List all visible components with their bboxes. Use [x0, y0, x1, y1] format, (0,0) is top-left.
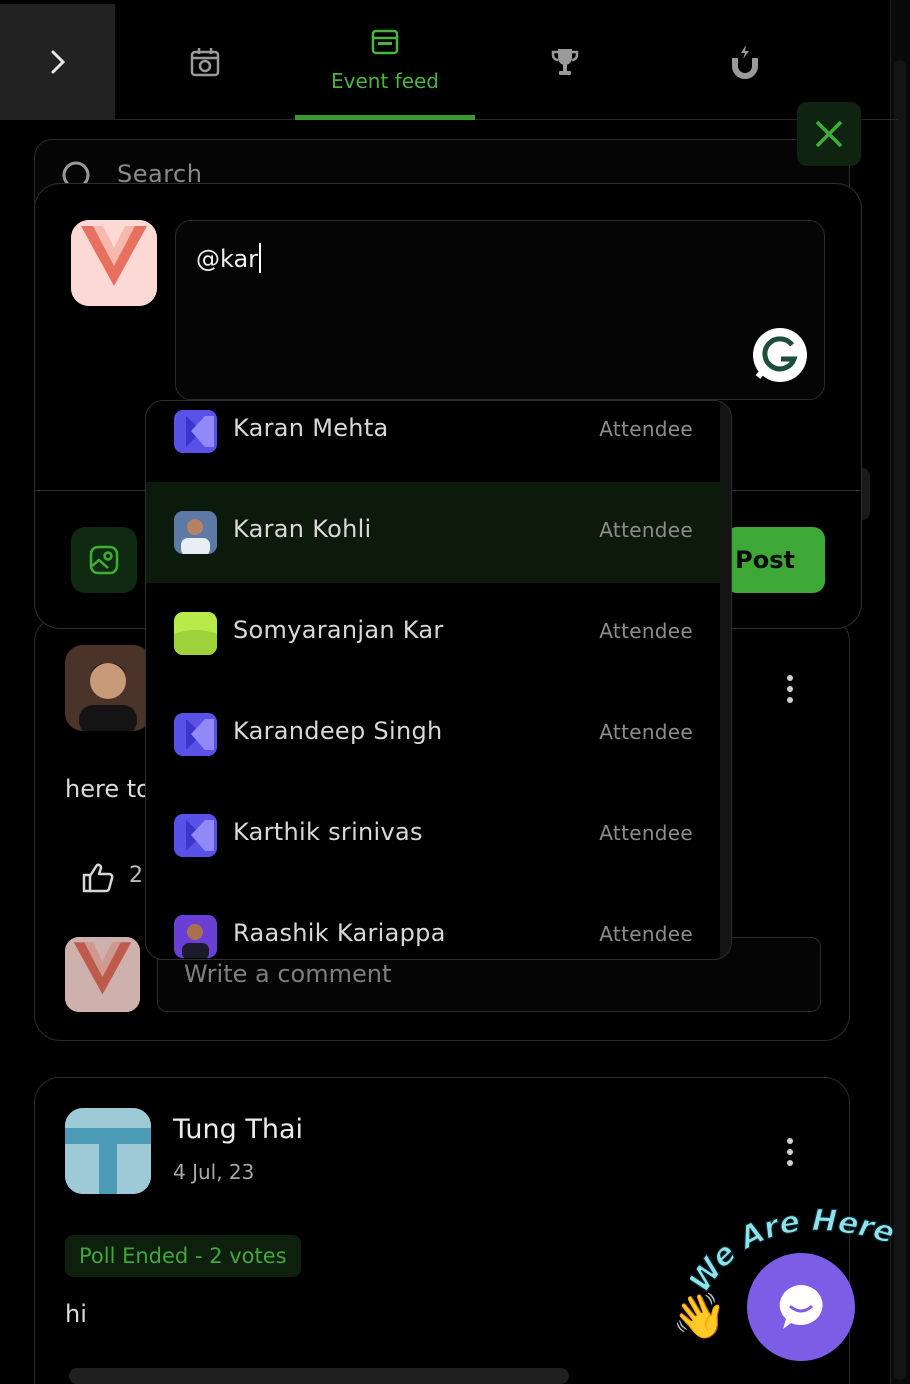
event-feed-page: Event feed Search here to 2 Write a comm…	[0, 0, 910, 1384]
camera-calendar-icon	[190, 48, 220, 77]
brand-logo	[71, 220, 157, 306]
mention-role: Attendee	[599, 720, 693, 744]
comment-placeholder: Write a comment	[184, 960, 392, 988]
mention-role: Attendee	[599, 922, 693, 946]
close-button[interactable]	[797, 102, 861, 166]
k-logo-icon	[174, 713, 217, 756]
post-menu-button[interactable]	[785, 1138, 795, 1172]
k-logo-icon	[174, 814, 217, 857]
thumbs-up-icon	[82, 863, 114, 893]
k-logo-icon	[174, 410, 217, 453]
chevron-right-icon	[51, 50, 65, 74]
mention-scrollbar[interactable]	[720, 401, 731, 959]
mention-role: Attendee	[599, 417, 693, 441]
lime-logo-icon	[174, 612, 217, 655]
top-nav: Event feed	[0, 4, 898, 120]
author-avatar[interactable]	[65, 645, 151, 731]
mention-name: Somyaranjan Kar	[233, 616, 444, 644]
avatar	[174, 511, 217, 554]
mention-name: Raashik Kariappa	[233, 919, 446, 947]
tab-event-feed[interactable]: Event feed	[295, 4, 475, 120]
author-name[interactable]: Tung Thai	[173, 1114, 303, 1145]
mention-name: Karthik srinivas	[233, 818, 423, 846]
tab-leaderboard[interactable]	[475, 4, 655, 120]
page-scrollbar[interactable]	[890, 0, 910, 1384]
mention-role: Attendee	[599, 619, 693, 643]
mention-item[interactable]: Karan Mehta Attendee	[146, 401, 721, 482]
post-button[interactable]: Post	[725, 527, 825, 593]
tab-event-feed-label: Event feed	[331, 68, 439, 93]
mention-suggestions: Karan Mehta Attendee Karan Kohli Attende…	[145, 400, 732, 960]
author-logo	[65, 1108, 151, 1194]
waving-hand-icon: 👋	[672, 1291, 727, 1342]
brand-logo	[65, 937, 140, 1012]
trophy-icon	[551, 49, 579, 75]
mention-item[interactable]: Somyaranjan Kar Attendee	[146, 583, 721, 684]
post-textarea[interactable]: @kar	[175, 220, 825, 400]
mention-item[interactable]: Raashik Kariappa Attendee	[146, 886, 721, 959]
add-media-button[interactable]	[71, 527, 137, 593]
grammarly-icon[interactable]	[752, 327, 808, 383]
tab-schedule[interactable]	[115, 4, 295, 120]
typed-text: @kar	[196, 245, 259, 273]
magnet-icon	[732, 45, 758, 79]
avatar	[174, 915, 217, 958]
poll-status-badge: Poll Ended - 2 votes	[65, 1235, 301, 1277]
mention-name: Karandeep Singh	[233, 717, 443, 745]
collapse-button[interactable]	[0, 4, 115, 120]
mention-item[interactable]: Karan Kohli Attendee	[146, 482, 721, 583]
user-avatar	[71, 220, 157, 306]
post-text: here to	[65, 775, 151, 803]
commenter-avatar	[65, 937, 140, 1012]
mention-item[interactable]: Karandeep Singh Attendee	[146, 684, 721, 785]
scrollbar-thumb[interactable]	[894, 60, 906, 1380]
mention-item[interactable]: Karthik srinivas Attendee	[146, 785, 721, 886]
chat-bubble-icon	[779, 1285, 823, 1329]
like-button[interactable]	[81, 862, 115, 898]
mention-name: Karan Kohli	[233, 515, 372, 543]
mention-role: Attendee	[599, 821, 693, 845]
post-textarea-value: @kar	[196, 243, 262, 273]
like-count: 2	[129, 863, 143, 888]
author-photo	[65, 645, 151, 731]
post-date: 4 Jul, 23	[173, 1160, 255, 1184]
image-icon	[89, 545, 119, 575]
post-menu-button[interactable]	[785, 675, 795, 709]
chat-widget-button[interactable]	[747, 1253, 855, 1361]
mention-name: Karan Mehta	[233, 414, 389, 442]
mention-role: Attendee	[599, 518, 693, 542]
feed-browser-icon	[371, 29, 399, 54]
poll-option-bar[interactable]	[69, 1368, 569, 1384]
close-icon	[815, 120, 843, 148]
post-text: hi	[65, 1300, 87, 1328]
text-caret	[259, 243, 262, 273]
author-avatar[interactable]	[65, 1108, 151, 1194]
